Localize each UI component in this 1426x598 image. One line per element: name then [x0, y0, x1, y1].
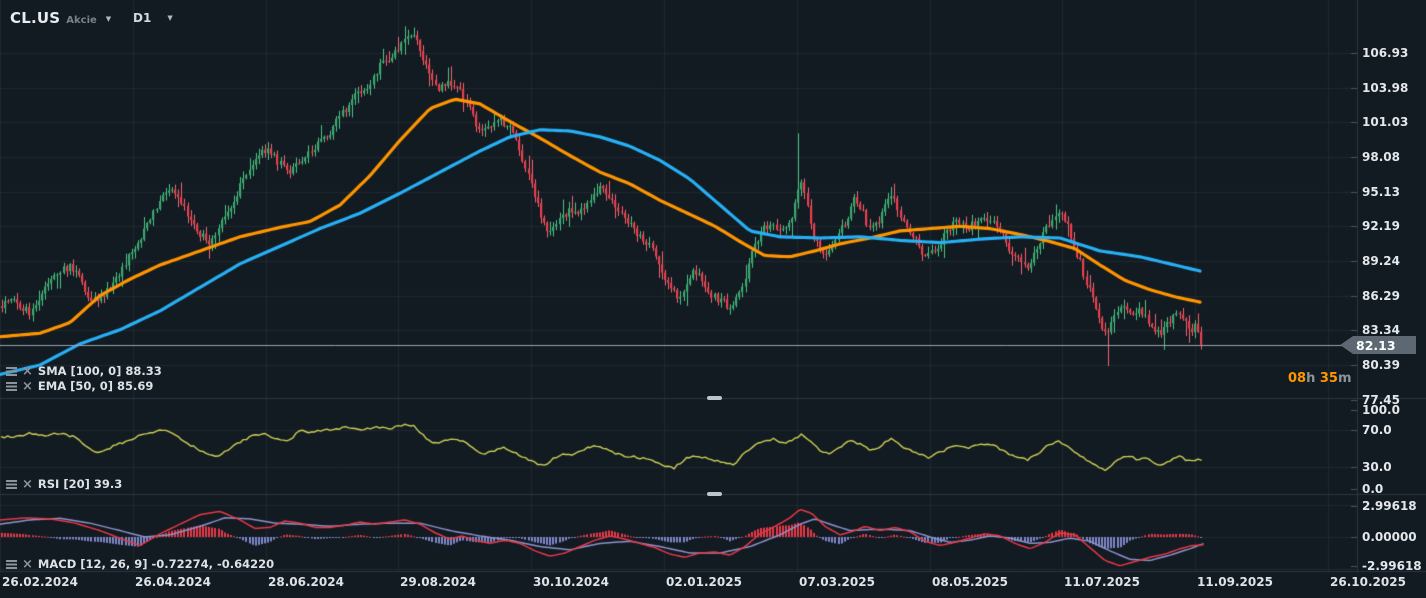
price-axis-label: 80.39	[1362, 358, 1400, 373]
countdown-minutes-unit: m	[1337, 371, 1352, 386]
legend-sma: × SMA [100, 0] 88.33	[6, 364, 162, 378]
current-price-badge: 82.13	[1340, 336, 1416, 354]
legend-rsi: × RSI [20] 39.3	[6, 477, 122, 491]
rsi-legend-label: RSI [20] 39.3	[37, 477, 123, 491]
date-axis-label: 28.06.2024	[268, 575, 344, 589]
price-axis-label: 98.08	[1362, 150, 1400, 165]
price-axis-label: 89.24	[1362, 254, 1400, 269]
indicator-settings-icon[interactable]	[6, 381, 17, 391]
current-price-value: 82.13	[1356, 337, 1396, 353]
date-axis-label: 02.01.2025	[666, 575, 742, 589]
indicator-settings-icon[interactable]	[6, 479, 17, 489]
timeframe-selector[interactable]: D1 ▼	[133, 11, 173, 25]
instrument-type-label: Akcie	[66, 15, 97, 26]
date-axis-label: 30.10.2024	[533, 575, 609, 589]
countdown-hours-unit: h	[1306, 371, 1316, 386]
candle-countdown: 08h 35m	[1288, 371, 1352, 386]
date-axis-label: 08.05.2025	[932, 575, 1008, 589]
chevron-down-icon: ▼	[167, 14, 173, 22]
price-axis-label: 101.03	[1362, 115, 1409, 130]
rsi-axis-label: 30.0	[1362, 460, 1392, 475]
macd-axis-label: 0.00000	[1362, 530, 1417, 544]
symbol-name: CL.US	[10, 9, 61, 27]
price-axis-label: 106.93	[1362, 46, 1409, 60]
price-axis-label: 92.19	[1362, 219, 1400, 234]
date-axis-label: 26.10.2025	[1330, 575, 1406, 589]
sma-legend-label: SMA [100, 0] 88.33	[37, 364, 162, 378]
macd-axis-label: 2.99618	[1362, 499, 1417, 513]
price-axis-label: 86.29	[1362, 288, 1400, 303]
legend-macd: × MACD [12, 26, 9] -0.72274, -0.64220	[6, 557, 274, 571]
macd-legend-label: MACD [12, 26, 9] -0.72274, -0.64220	[37, 557, 275, 571]
macd-axis-label: -2.99618	[1362, 559, 1422, 573]
indicator-close-icon[interactable]: ×	[22, 365, 33, 378]
legend-ema: × EMA [50, 0] 85.69	[6, 379, 153, 393]
timeframe-label: D1	[133, 11, 152, 25]
date-axis-label: 26.04.2024	[135, 575, 211, 589]
price-axis-label: 83.34	[1362, 323, 1400, 338]
main-chart-canvas[interactable]	[0, 0, 1426, 598]
chart-topbar: CL.US Akcie ▼ D1 ▼	[0, 0, 1426, 34]
date-axis-label: 11.09.2025	[1197, 575, 1273, 589]
indicator-settings-icon[interactable]	[6, 366, 17, 376]
indicator-close-icon[interactable]: ×	[22, 380, 33, 393]
date-axis-label: 07.03.2025	[799, 575, 875, 589]
indicator-settings-icon[interactable]	[6, 559, 17, 569]
countdown-hours: 08	[1288, 371, 1307, 386]
ema-legend-label: EMA [50, 0] 85.69	[37, 379, 154, 393]
rsi-axis-label: 100.0	[1362, 403, 1400, 417]
price-axis-label: 95.13	[1362, 184, 1400, 199]
rsi-axis-label: 70.0	[1362, 422, 1392, 437]
indicator-close-icon[interactable]: ×	[22, 478, 33, 491]
panel-resize-handle[interactable]	[707, 492, 722, 496]
symbol-selector[interactable]: CL.US Akcie ▼	[10, 9, 111, 27]
panel-resize-handle[interactable]	[707, 396, 722, 400]
trading-chart-window: CL.US Akcie ▼ D1 ▼ × SMA [100, 0] 88.33 …	[0, 0, 1426, 598]
date-axis-label: 11.07.2025	[1064, 575, 1140, 589]
indicator-close-icon[interactable]: ×	[22, 558, 33, 571]
countdown-minutes: 35	[1319, 371, 1338, 386]
date-axis-label: 29.08.2024	[400, 575, 476, 589]
chevron-down-icon: ▼	[105, 15, 112, 23]
price-axis-label: 103.98	[1362, 80, 1409, 95]
date-axis-label: 26.02.2024	[2, 575, 78, 589]
rsi-axis-label: 0.0	[1362, 482, 1384, 496]
